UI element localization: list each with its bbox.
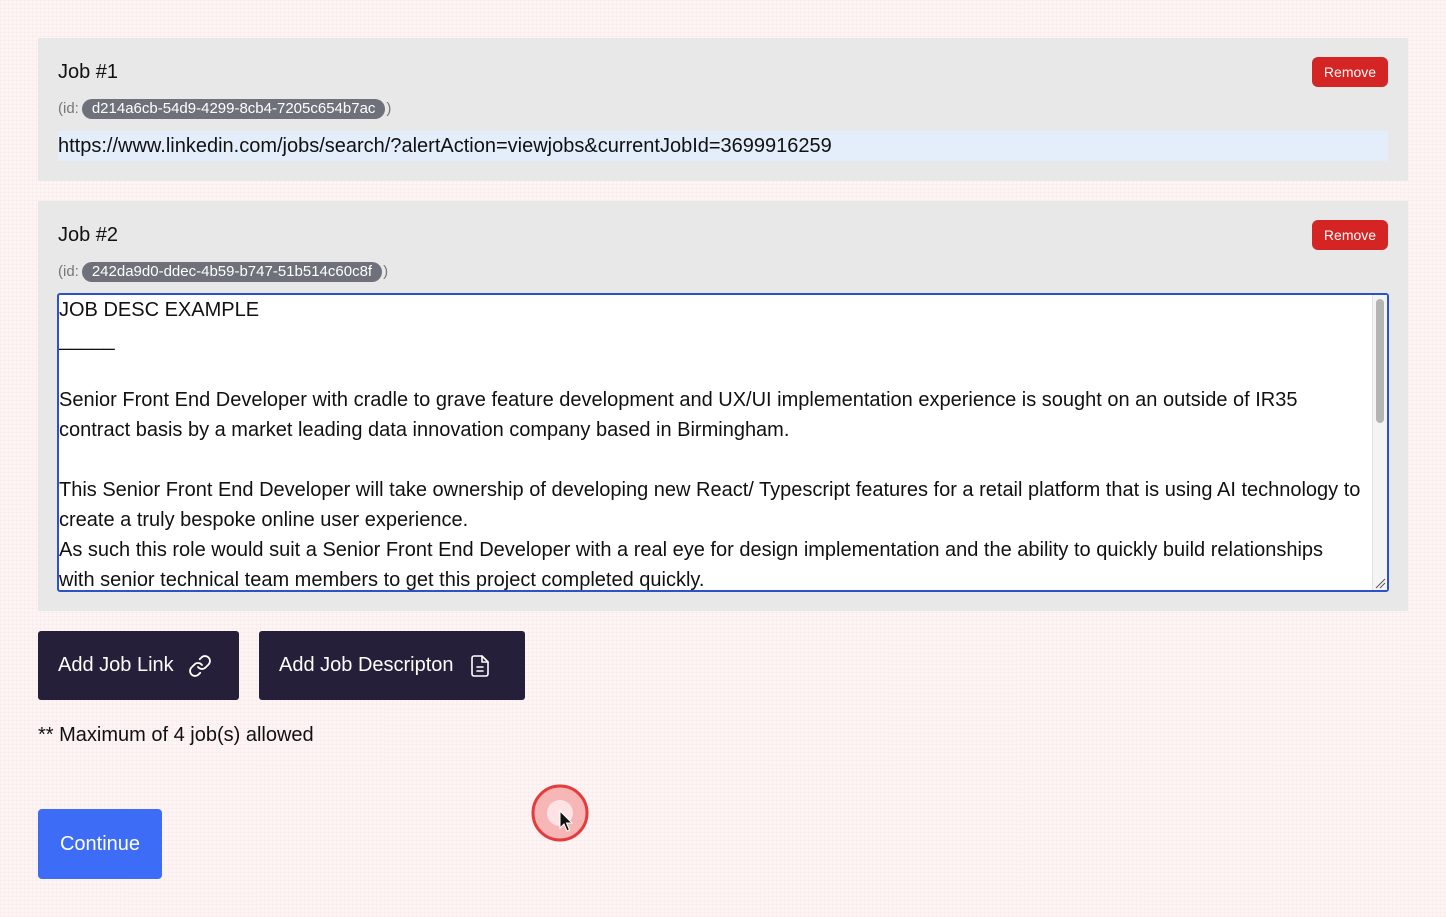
job-id-prefix: (id: <box>58 263 79 280</box>
job-id-suffix: ) <box>383 263 389 280</box>
add-job-description-button[interactable]: Add Job Descripton <box>259 631 525 700</box>
job-title: Job #2 <box>58 224 119 246</box>
job-description-textarea[interactable]: JOB DESC EXAMPLE _____ Senior Front End … <box>57 293 1389 592</box>
max-jobs-note: ** Maximum of 4 job(s) allowed <box>38 724 314 746</box>
add-job-description-label: Add Job Descripton <box>279 654 454 676</box>
document-icon <box>468 654 492 678</box>
job-card-2: Job #2 Remove (id: 242da9d0-ddec-4b59-b74… <box>38 201 1408 611</box>
textarea-scrollbar[interactable] <box>1372 295 1387 590</box>
add-job-link-button[interactable]: Add Job Link <box>38 631 239 700</box>
resize-grip-icon[interactable] <box>1374 577 1386 589</box>
job-id-badge: d214a6cb-54d9-4299-8cb4-7205c654b7ac <box>81 99 386 119</box>
job-id-badge: 242da9d0-ddec-4b59-b747-51b514c60c8f <box>81 262 383 282</box>
scrollbar-thumb[interactable] <box>1376 299 1384 423</box>
link-icon <box>188 654 212 678</box>
job-link-input[interactable] <box>58 131 1388 161</box>
remove-job-button[interactable]: Remove <box>1312 220 1388 250</box>
remove-job-button[interactable]: Remove <box>1312 57 1388 87</box>
job-id-prefix: (id: <box>58 100 79 117</box>
job-id-suffix: ) <box>386 100 392 117</box>
job-id-line: (id: d214a6cb-54d9-4299-8cb4-7205c654b7ac… <box>58 98 391 120</box>
click-indicator-icon <box>531 784 589 842</box>
job-id-line: (id: 242da9d0-ddec-4b59-b747-51b514c60c8f… <box>58 261 388 283</box>
job-title: Job #1 <box>58 61 119 83</box>
continue-button[interactable]: Continue <box>38 809 162 879</box>
add-job-link-label: Add Job Link <box>58 654 174 676</box>
job-card-1: Job #1 Remove (id: d214a6cb-54d9-4299-8cb… <box>38 38 1408 181</box>
